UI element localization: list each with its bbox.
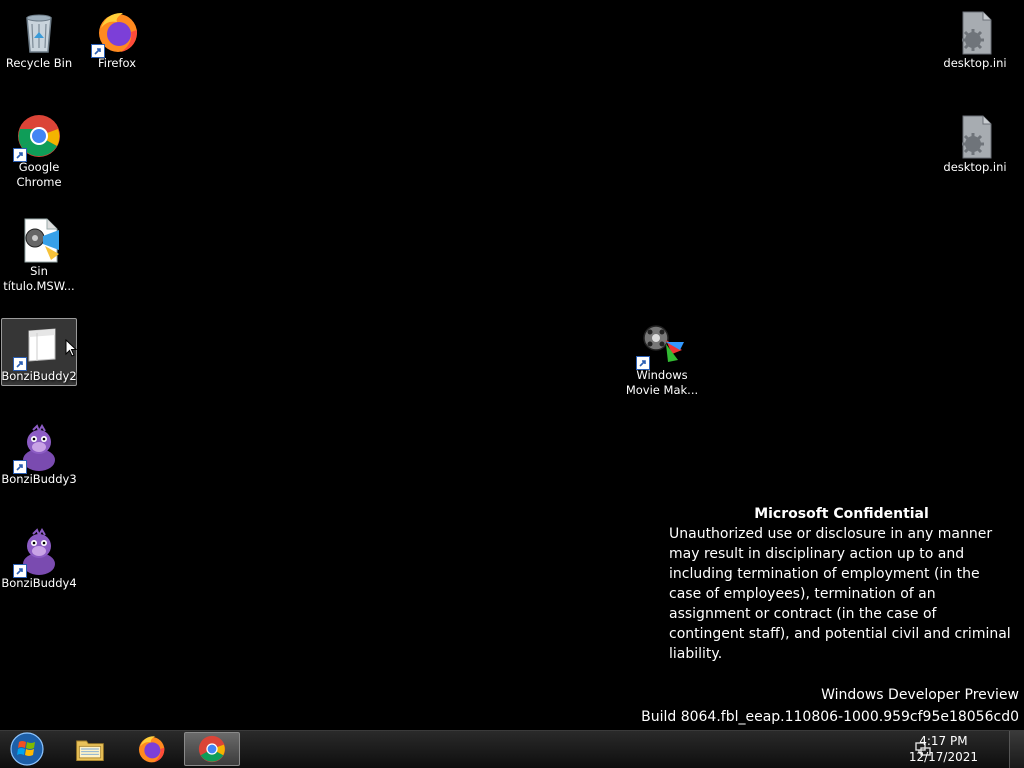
system-clock[interactable]: 4:17 PM 12/17/2021 <box>909 733 978 765</box>
chrome-desktop-icon[interactable]: Google Chrome <box>1 110 77 189</box>
shortcut-arrow-icon <box>13 564 27 578</box>
desktop-ini-label: desktop.ini <box>943 56 1007 70</box>
clock-date: 12/17/2021 <box>908 750 978 764</box>
bonzi-gorilla-icon <box>13 424 63 474</box>
build-string: Build 8064.fbl_eeap.110806-1000.959cf95e… <box>641 709 1019 725</box>
shortcut-arrow-icon <box>636 356 650 370</box>
bonzibuddy2-label: BonziBuddy2 <box>1 369 77 383</box>
bonzibuddy4-label: BonziBuddy4 <box>1 576 77 590</box>
shortcut-arrow-icon <box>13 357 27 371</box>
movie-project-file-icon <box>15 216 63 264</box>
product-name: Windows Developer Preview <box>821 687 1019 703</box>
desktop-ini-1-desktop-icon[interactable]: desktop.ini <box>937 6 1013 74</box>
sin-titulo-label: Sin título.MSW... <box>3 264 75 293</box>
config-file-icon <box>951 8 999 56</box>
bonzibuddy3-label: BonziBuddy3 <box>1 472 77 486</box>
desktop-ini-2-desktop-icon[interactable]: desktop.ini <box>937 110 1013 178</box>
shortcut-arrow-icon <box>13 460 27 474</box>
bonzibuddy4-desktop-icon[interactable]: BonziBuddy4 <box>1 526 77 594</box>
sin-titulo-desktop-icon[interactable]: Sin título.MSW... <box>1 214 77 293</box>
confidential-watermark: Microsoft Confidential Unauthorized use … <box>669 504 1014 664</box>
start-orb-icon <box>10 732 44 766</box>
chrome-icon <box>13 112 63 162</box>
desktop-ini-label: desktop.ini <box>943 160 1007 174</box>
confidential-body: Unauthorized use or disclosure in any ma… <box>669 526 1011 662</box>
start-button[interactable] <box>0 732 54 766</box>
taskbar-file-explorer[interactable] <box>62 732 118 766</box>
firefox-desktop-icon[interactable]: Firefox <box>79 6 155 74</box>
taskbar-chrome[interactable] <box>184 732 240 766</box>
recycle-bin-icon <box>15 8 63 56</box>
mouse-cursor-icon <box>65 339 77 357</box>
bonzibuddy2-desktop-icon[interactable]: BonziBuddy2 <box>1 318 77 386</box>
firefox-icon <box>91 8 141 58</box>
firefox-icon <box>139 736 165 763</box>
taskbar: 4:17 PM 12/17/2021 <box>0 730 1024 768</box>
movie-maker-desktop-icon[interactable]: Windows Movie Mak... <box>624 318 700 397</box>
build-watermark: Windows Developer Preview Build 8064.fbl… <box>641 684 1019 728</box>
generic-window-icon <box>13 321 77 371</box>
recycle-bin-desktop-icon[interactable]: Recycle Bin <box>1 6 77 74</box>
shortcut-arrow-icon <box>91 44 105 58</box>
chrome-label: Google Chrome <box>16 160 62 189</box>
bonzibuddy3-desktop-icon[interactable]: BonziBuddy3 <box>1 422 77 490</box>
confidential-title: Microsoft Confidential <box>754 506 929 522</box>
movie-maker-icon <box>636 320 686 370</box>
config-file-icon <box>951 112 999 160</box>
chrome-icon <box>198 735 226 763</box>
taskbar-firefox[interactable] <box>123 732 179 766</box>
movie-maker-label: Windows Movie Mak... <box>625 368 699 397</box>
shortcut-arrow-icon <box>13 148 27 162</box>
bonzi-gorilla-icon <box>13 528 63 578</box>
clock-time: 4:17 PM <box>919 734 968 748</box>
firefox-label: Firefox <box>97 56 137 70</box>
show-desktop-button[interactable] <box>1009 731 1024 768</box>
file-explorer-icon <box>76 740 104 761</box>
recycle-bin-label: Recycle Bin <box>5 56 73 70</box>
